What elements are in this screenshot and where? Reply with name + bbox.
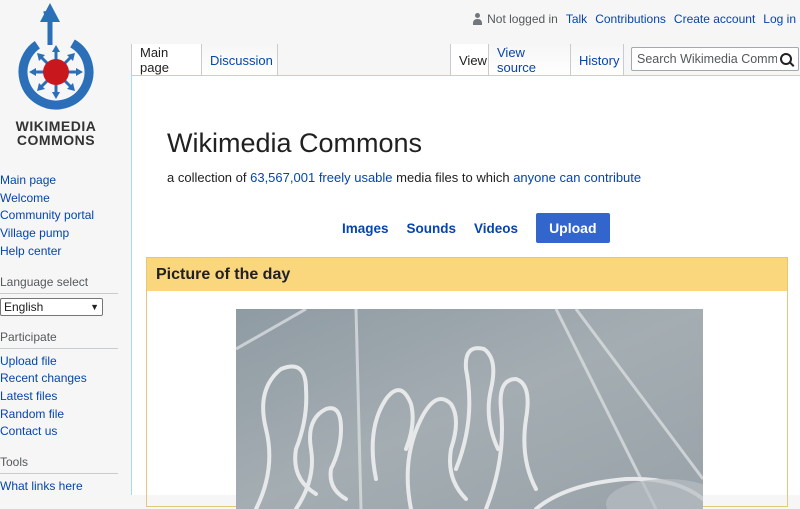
- nazca-lines-image: [236, 309, 703, 509]
- logo-text-line2: COMMONS: [16, 132, 96, 148]
- site-logo[interactable]: WIKIMEDIA COMMONS: [0, 0, 130, 160]
- personal-tools: Not logged in Talk Contributions Create …: [472, 12, 796, 26]
- media-links: Images Sounds Videos Upload: [342, 213, 610, 243]
- sidebar-item-community-portal[interactable]: Community portal: [0, 208, 94, 222]
- sidebar-item-what-links-here[interactable]: What links here: [0, 479, 83, 493]
- sidebar-item-main-page[interactable]: Main page: [0, 173, 56, 187]
- search-placeholder: Search Wikimedia Commons: [637, 52, 777, 66]
- contributions-link[interactable]: Contributions: [595, 12, 666, 26]
- login-status-text: Not logged in: [487, 12, 558, 26]
- talk-link[interactable]: Talk: [566, 12, 587, 26]
- picture-of-the-day-heading: Picture of the day: [147, 258, 787, 291]
- tab-view-source[interactable]: View source: [489, 44, 571, 76]
- subtitle-prefix: a collection of: [167, 170, 251, 185]
- participate-heading: Participate: [0, 330, 118, 349]
- user-icon: [472, 13, 483, 25]
- freely-usable-link[interactable]: freely usable: [319, 170, 393, 185]
- tab-view[interactable]: View: [450, 44, 489, 76]
- page-title: Wikimedia Commons: [167, 128, 423, 158]
- picture-of-the-day-box: Picture of the day: [146, 257, 788, 509]
- tools-heading: Tools: [0, 455, 118, 475]
- tab-main-page[interactable]: Main page: [132, 44, 202, 76]
- sidebar-item-upload-file[interactable]: Upload file: [0, 354, 57, 368]
- commons-logo-icon: [18, 3, 94, 110]
- sidebar-item-contact-us[interactable]: Contact us: [0, 424, 57, 438]
- chevron-down-icon: ▼: [90, 301, 99, 312]
- search-icon[interactable]: [780, 53, 792, 65]
- tab-history[interactable]: History: [571, 44, 624, 76]
- language-select[interactable]: English ▼: [0, 297, 103, 316]
- page-subtitle: a collection of 63,567,001 freely usable…: [167, 170, 641, 185]
- participate-list: Upload file Recent changes Latest files …: [0, 353, 128, 442]
- sidebar-item-random-file[interactable]: Random file: [0, 407, 64, 421]
- main-content: Wikimedia Commons a collection of 63,567…: [131, 75, 800, 509]
- picture-of-the-day-image[interactable]: [236, 309, 703, 509]
- upload-button[interactable]: Upload: [536, 213, 610, 243]
- tab-discussion[interactable]: Discussion: [202, 44, 278, 76]
- file-count-link[interactable]: 63,567,001: [250, 170, 315, 185]
- sidebar-item-help-center[interactable]: Help center: [0, 244, 61, 258]
- language-select-heading: Language select: [0, 275, 118, 294]
- sidebar-item-village-pump[interactable]: Village pump: [0, 226, 69, 240]
- sidebar: Main page Welcome Community portal Villa…: [0, 172, 128, 496]
- language-select-value: English: [4, 299, 44, 314]
- images-link[interactable]: Images: [342, 221, 389, 236]
- tools-list: What links here: [0, 478, 128, 496]
- search-input[interactable]: Search Wikimedia Commons: [631, 47, 799, 71]
- videos-link[interactable]: Videos: [474, 221, 518, 236]
- sidebar-item-recent-changes[interactable]: Recent changes: [0, 371, 87, 385]
- sidebar-item-latest-files[interactable]: Latest files: [0, 389, 57, 403]
- navigation-list: Main page Welcome Community portal Villa…: [0, 172, 128, 261]
- create-account-link[interactable]: Create account: [674, 12, 755, 26]
- sounds-link[interactable]: Sounds: [407, 221, 457, 236]
- subtitle-mid: media files to which: [392, 170, 514, 185]
- login-status: Not logged in: [472, 12, 558, 26]
- log-in-link[interactable]: Log in: [763, 12, 796, 26]
- sidebar-item-welcome[interactable]: Welcome: [0, 191, 50, 205]
- anyone-contribute-link[interactable]: anyone can contribute: [513, 170, 641, 185]
